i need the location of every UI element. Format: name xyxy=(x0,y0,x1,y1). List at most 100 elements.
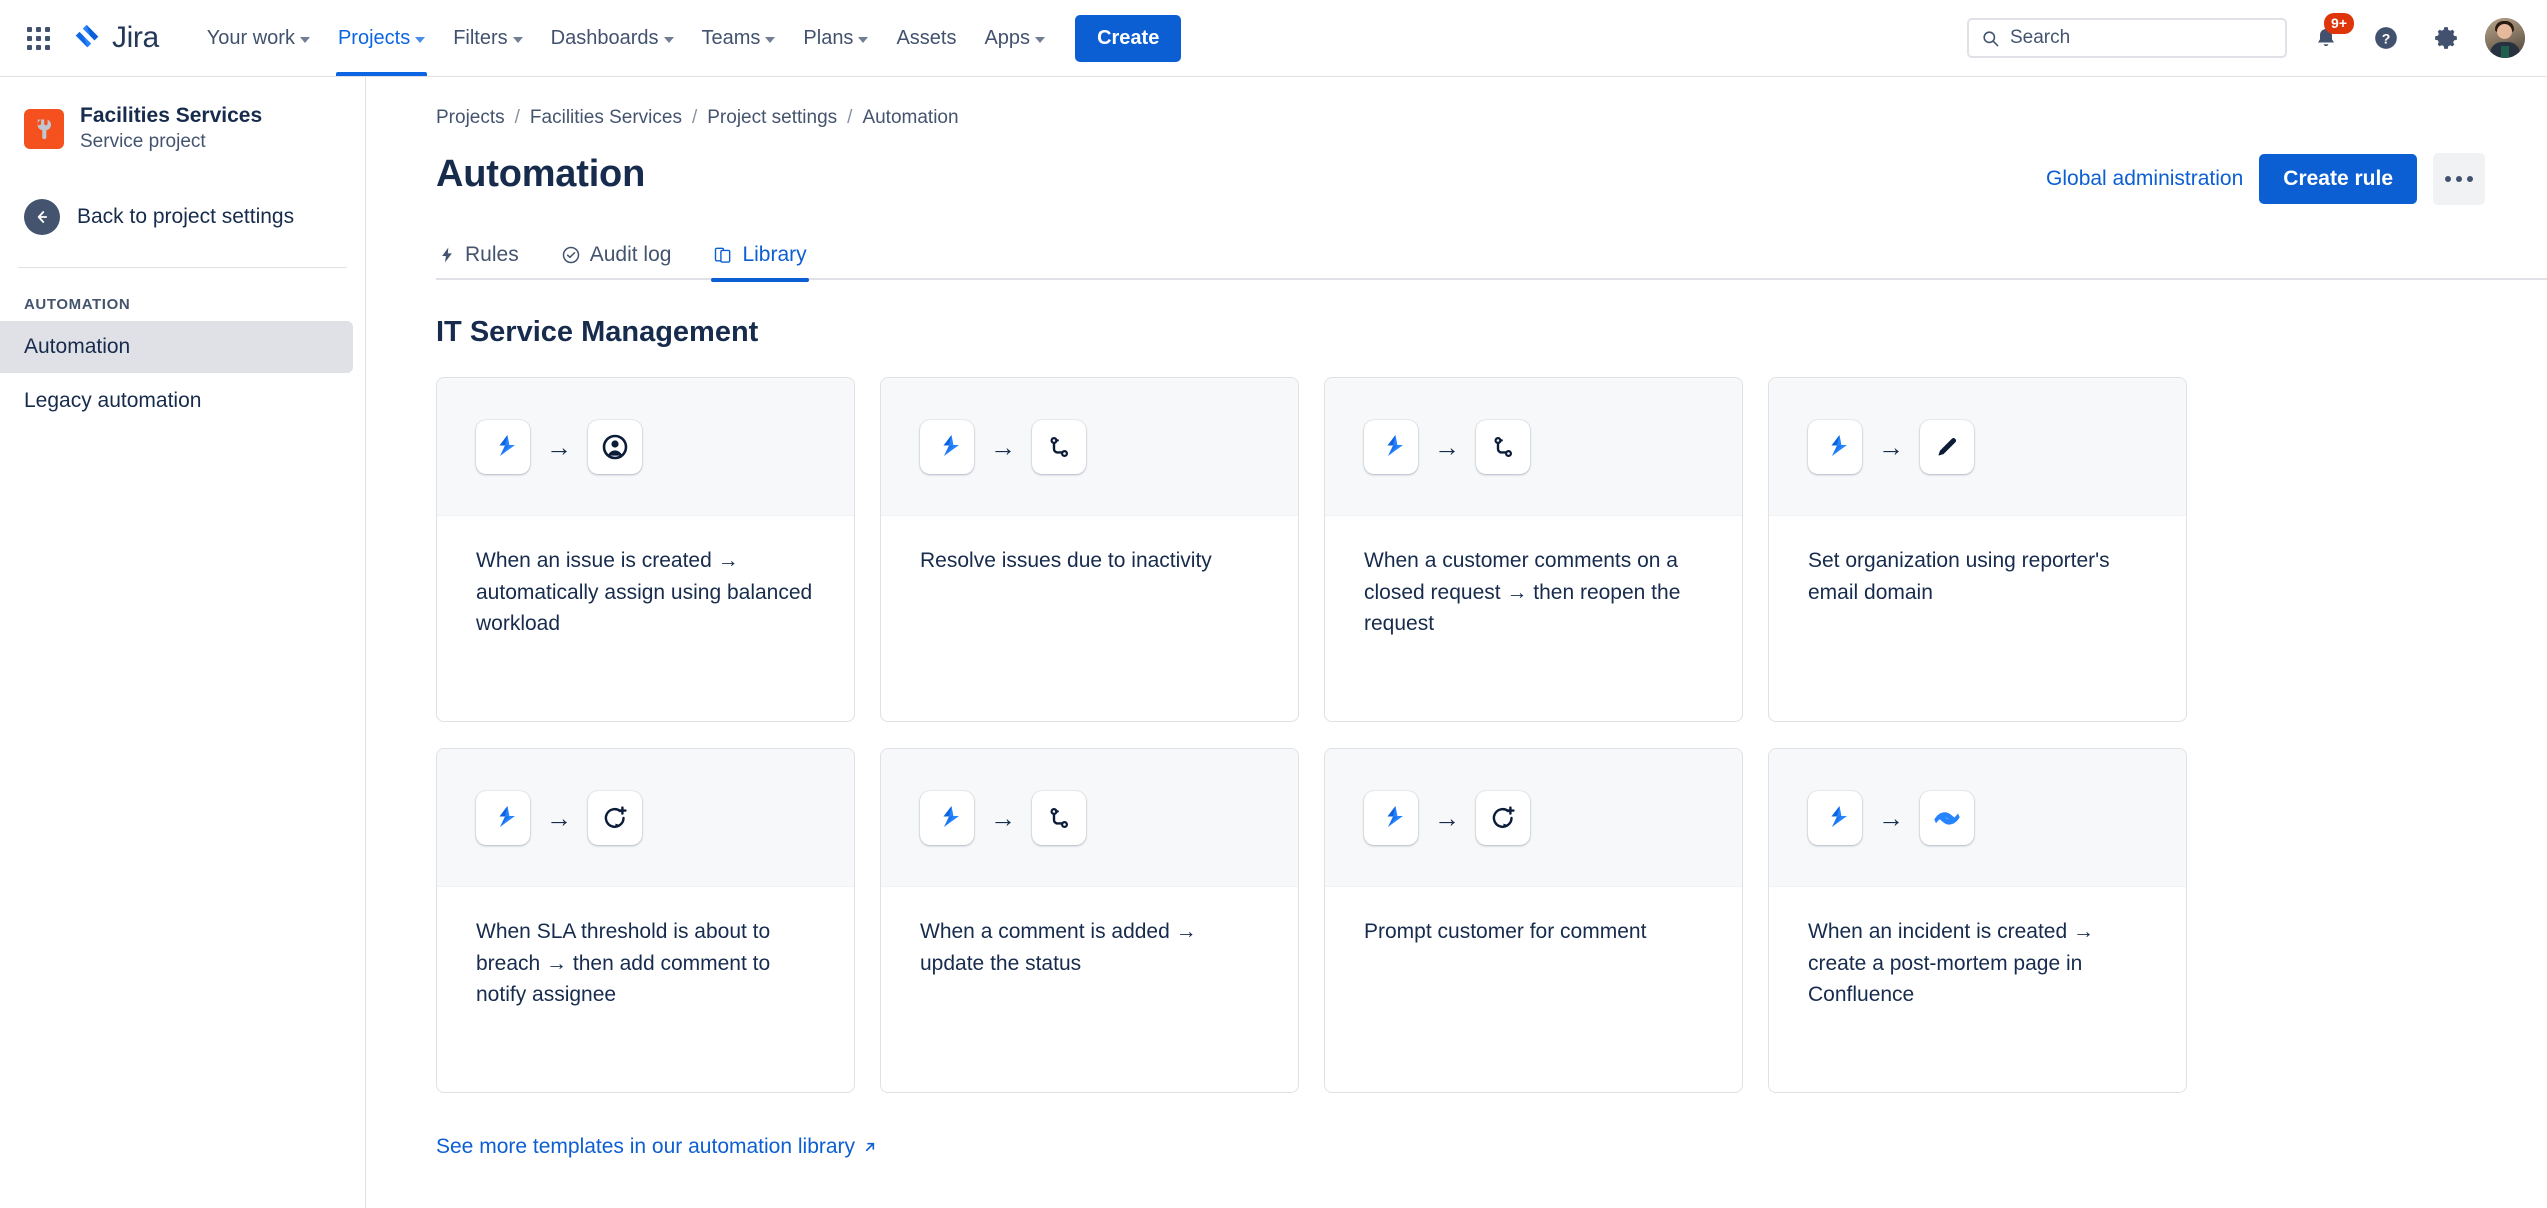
template-card-body: Prompt customer for comment xyxy=(1325,887,1742,948)
sidebar-item-automation[interactable]: Automation xyxy=(0,320,353,373)
gear-icon xyxy=(2435,27,2457,49)
project-avatar-icon xyxy=(24,108,64,149)
check-circle-icon xyxy=(562,246,579,264)
template-card-text: When a comment is added → update the sta… xyxy=(920,920,1197,975)
template-card-body: When a customer comments on a closed req… xyxy=(1325,516,1742,640)
breadcrumb-project-settings[interactable]: Project settings xyxy=(707,107,837,129)
breadcrumb-projects[interactable]: Projects xyxy=(436,107,505,129)
arrow-right-icon: → xyxy=(1434,802,1460,833)
nav-your-work-label: Your work xyxy=(206,26,295,49)
sidebar-item-legacy-automation[interactable]: Legacy automation xyxy=(0,375,353,427)
add-comment-icon xyxy=(588,790,642,845)
search-placeholder: Search xyxy=(2010,27,2071,48)
nav-assets[interactable]: Assets xyxy=(884,13,968,63)
transition-path-icon xyxy=(1476,419,1530,474)
jira-home-link[interactable]: Jira xyxy=(72,21,159,55)
template-card-text: When a customer comments on a closed req… xyxy=(1364,549,1681,635)
breadcrumb-facilities-services[interactable]: Facilities Services xyxy=(530,107,682,129)
template-card[interactable]: → When an issue is created → automatical… xyxy=(436,377,855,722)
template-card[interactable]: → When a comment is added → update the s… xyxy=(880,748,1299,1093)
tab-library[interactable]: Library xyxy=(711,237,809,282)
tab-rules-label: Rules xyxy=(465,243,519,266)
jira-bolt-icon xyxy=(476,790,530,845)
notifications-badge: 9+ xyxy=(2324,13,2354,34)
settings-button[interactable] xyxy=(2425,17,2467,59)
page-header-actions: Global administration Create rule xyxy=(2046,153,2485,205)
assignee-person-icon xyxy=(588,419,642,474)
tab-library-label: Library xyxy=(742,243,807,266)
template-card[interactable]: → When an incident is created → create a… xyxy=(1768,748,2187,1093)
project-name: Facilities Services xyxy=(80,104,263,127)
search-input[interactable]: Search xyxy=(1967,18,2287,58)
template-card-text: Set organization using reporter's email … xyxy=(1808,549,2110,604)
chevron-down-icon xyxy=(858,36,869,43)
template-card[interactable]: → Set organization using reporter's emai… xyxy=(1768,377,2187,722)
arrow-right-icon: → xyxy=(1878,431,1904,462)
create-rule-button[interactable]: Create rule xyxy=(2259,154,2417,204)
global-navigation-bar: Jira Your work Projects Filters Dashboar… xyxy=(0,0,2547,77)
primary-nav-items: Your work Projects Filters Dashboards Te… xyxy=(195,13,1057,76)
jira-bolt-icon xyxy=(476,419,530,474)
sidebar-item-legacy-automation-label: Legacy automation xyxy=(24,388,202,412)
template-card[interactable]: → When SLA threshold is about to breach … xyxy=(436,748,855,1093)
search-icon xyxy=(1983,30,1999,46)
nav-teams[interactable]: Teams xyxy=(690,13,788,63)
template-card-body: When an incident is created → create a p… xyxy=(1769,887,2186,1011)
template-card-text: When an issue is created → automatically… xyxy=(476,549,813,635)
template-card-body: Resolve issues due to inactivity xyxy=(881,516,1298,577)
see-more-templates-link[interactable]: See more templates in our automation lib… xyxy=(436,1135,878,1159)
breadcrumb-separator: / xyxy=(847,107,853,128)
project-header[interactable]: Facilities Services Service project xyxy=(0,103,365,155)
nav-teams-label: Teams xyxy=(701,26,761,49)
template-card-text: Resolve issues due to inactivity xyxy=(920,549,1212,572)
nav-plans[interactable]: Plans xyxy=(791,13,880,63)
see-more-templates-label: See more templates in our automation lib… xyxy=(436,1135,856,1158)
template-card[interactable]: → Resolve issues due to inactivity xyxy=(880,377,1299,722)
jira-bolt-icon xyxy=(1808,790,1862,845)
nav-dashboards-label: Dashboards xyxy=(550,26,659,49)
nav-filters[interactable]: Filters xyxy=(441,13,534,63)
project-sidebar: Facilities Services Service project Back… xyxy=(0,77,366,1208)
back-arrow-icon xyxy=(24,198,60,235)
brand-label: Jira xyxy=(112,21,159,54)
avatar[interactable] xyxy=(2485,18,2525,58)
template-card[interactable]: → When a customer comments on a closed r… xyxy=(1324,377,1743,722)
template-card-icons: → xyxy=(1769,378,2186,516)
tab-rules[interactable]: Rules xyxy=(436,237,521,280)
template-card-icons: → xyxy=(1769,749,2186,887)
tab-audit-log[interactable]: Audit log xyxy=(559,237,674,280)
nav-apps[interactable]: Apps xyxy=(972,13,1057,63)
jira-bolt-icon xyxy=(1364,419,1418,474)
jira-bolt-icon xyxy=(1364,790,1418,845)
help-button[interactable]: ? xyxy=(2365,17,2407,59)
template-card[interactable]: → Prompt customer for comment xyxy=(1324,748,1743,1093)
nav-your-work[interactable]: Your work xyxy=(195,13,322,63)
nav-dashboards[interactable]: Dashboards xyxy=(539,13,686,63)
arrow-right-icon: → xyxy=(990,431,1016,462)
more-actions-button[interactable] xyxy=(2433,153,2485,205)
nav-projects[interactable]: Projects xyxy=(326,13,437,76)
chevron-down-icon xyxy=(1035,36,1046,43)
global-nav-right-actions: Search 9+ ? xyxy=(1967,13,2525,59)
main-content: Projects / Facilities Services / Project… xyxy=(366,77,2547,1208)
template-card-body: When SLA threshold is about to breach → … xyxy=(437,887,854,1011)
app-switcher-icon[interactable] xyxy=(18,18,58,58)
tab-audit-log-label: Audit log xyxy=(589,243,672,266)
page-body: Facilities Services Service project Back… xyxy=(0,77,2547,1208)
sidebar-item-automation-label: Automation xyxy=(24,334,131,358)
add-comment-icon xyxy=(1476,790,1530,845)
arrow-right-icon: → xyxy=(990,802,1016,833)
arrow-right-icon: → xyxy=(1878,802,1904,833)
template-card-body: When an issue is created → automatically… xyxy=(437,516,854,640)
template-card-icons: → xyxy=(1325,378,1742,516)
template-card-body: Set organization using reporter's email … xyxy=(1769,516,2186,608)
jira-logo-icon xyxy=(75,24,99,48)
breadcrumb-separator: / xyxy=(514,107,520,128)
template-card-icons: → xyxy=(437,378,854,516)
create-button[interactable]: Create xyxy=(1075,14,1182,62)
global-administration-link[interactable]: Global administration xyxy=(2046,167,2243,191)
back-to-project-settings[interactable]: Back to project settings xyxy=(0,189,365,245)
notifications-button[interactable]: 9+ xyxy=(2305,13,2354,59)
automation-tabs: Rules Audit log Library xyxy=(436,237,2547,282)
jira-bolt-icon xyxy=(1808,419,1862,474)
